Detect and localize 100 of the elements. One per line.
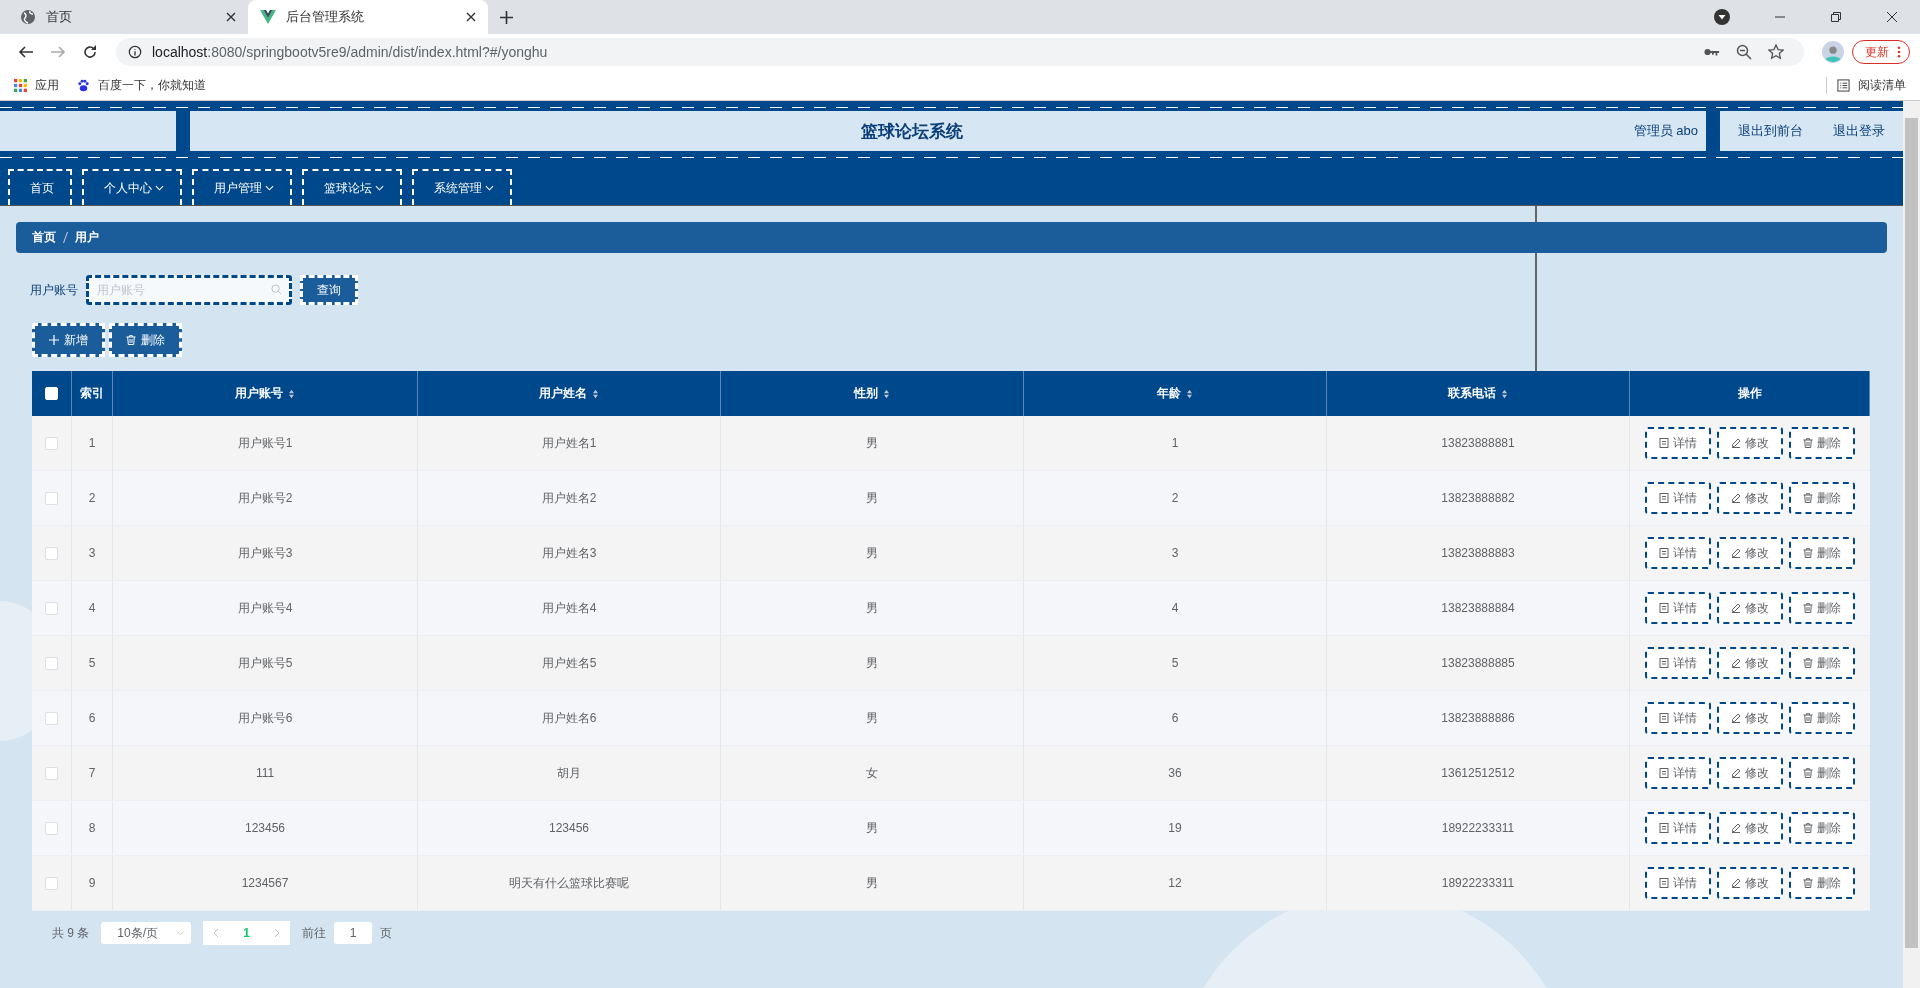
table-cell: 6 <box>88 711 96 725</box>
plus-icon[interactable] <box>500 11 513 24</box>
breadcrumb-link[interactable]: 用户 <box>75 229 99 246</box>
nav-item[interactable]: 篮球论坛 <box>302 169 402 205</box>
checkbox[interactable] <box>45 876 58 890</box>
nav-item[interactable]: 系统管理 <box>412 169 512 205</box>
edit-button[interactable]: 修改 <box>1717 867 1783 899</box>
next-icon[interactable] <box>274 928 281 938</box>
details-button[interactable]: 详情 <box>1645 702 1711 734</box>
nav-item[interactable]: 用户管理 <box>192 169 292 205</box>
dropdown-icon[interactable] <box>1714 9 1730 25</box>
browser-tab[interactable]: 首页 <box>8 0 248 34</box>
search-button[interactable]: 查询 <box>300 275 358 305</box>
url-text: localhost:8080/springbootv5re9/admin/dist/index.html?#/yonghu <box>152 44 548 60</box>
bookmark-link[interactable]: 应用 <box>14 76 59 94</box>
checkbox[interactable] <box>45 766 58 780</box>
delete-button[interactable]: 删除 <box>109 323 182 357</box>
edit-button[interactable]: 修改 <box>1717 427 1783 459</box>
breadcrumb-link[interactable]: 首页 <box>32 229 56 246</box>
delete-button[interactable]: 删除 <box>1789 482 1855 514</box>
pencil-icon <box>1731 658 1741 668</box>
details-button[interactable]: 详情 <box>1645 757 1711 789</box>
delete-button[interactable]: 删除 <box>1789 647 1855 679</box>
document-icon <box>1659 603 1669 613</box>
scrollbar[interactable] <box>1903 101 1920 988</box>
checkbox[interactable] <box>45 601 58 615</box>
column-header: 索引 <box>80 385 104 402</box>
caret-icon <box>265 185 274 191</box>
add-button[interactable]: 新增 <box>32 323 105 357</box>
trash-icon <box>1803 548 1813 558</box>
edit-button[interactable]: 修改 <box>1717 647 1783 679</box>
caret-icon <box>155 185 164 191</box>
document-icon <box>1659 438 1669 448</box>
goto-label: 前往 <box>302 924 327 942</box>
delete-button[interactable]: 删除 <box>1789 592 1855 624</box>
edit-button[interactable]: 修改 <box>1717 482 1783 514</box>
reload-icon[interactable] <box>82 44 98 60</box>
details-button[interactable]: 详情 <box>1645 482 1711 514</box>
sort-icon <box>592 388 599 399</box>
edit-button[interactable]: 修改 <box>1717 537 1783 569</box>
avatar-icon[interactable] <box>1822 41 1844 63</box>
column-header[interactable]: 年龄 <box>1157 385 1193 402</box>
details-button[interactable]: 详情 <box>1645 427 1711 459</box>
details-button[interactable]: 详情 <box>1645 537 1711 569</box>
restore-icon[interactable] <box>1830 11 1842 23</box>
delete-button[interactable]: 删除 <box>1789 812 1855 844</box>
edit-button[interactable]: 修改 <box>1717 592 1783 624</box>
details-button[interactable]: 详情 <box>1645 812 1711 844</box>
pencil-icon <box>1731 438 1741 448</box>
page-size-select[interactable]: 10条/页 <box>101 922 192 944</box>
delete-button[interactable]: 删除 <box>1789 867 1855 899</box>
edit-button[interactable]: 修改 <box>1717 702 1783 734</box>
table-cell: 7 <box>88 766 96 780</box>
header-link[interactable]: 退出登录 <box>1833 122 1885 140</box>
column-header[interactable]: 性别 <box>854 385 890 402</box>
nav-item[interactable]: 个人中心 <box>82 169 182 205</box>
delete-button[interactable]: 删除 <box>1789 702 1855 734</box>
address-field[interactable]: localhost:8080/springbootv5re9/admin/dist/index.html?#/yonghu <box>116 38 1804 66</box>
browser-tab[interactable]: 后台管理系统 <box>248 0 488 34</box>
nav-item[interactable]: 首页 <box>8 169 72 205</box>
trash-icon <box>1803 768 1813 778</box>
details-button[interactable]: 详情 <box>1645 867 1711 899</box>
previous-icon[interactable] <box>213 928 220 938</box>
details-button[interactable]: 详情 <box>1645 647 1711 679</box>
forward-icon[interactable] <box>50 44 66 60</box>
details-button[interactable]: 详情 <box>1645 592 1711 624</box>
checkbox[interactable] <box>45 711 58 725</box>
edit-button[interactable]: 修改 <box>1717 812 1783 844</box>
delete-button[interactable]: 删除 <box>1789 537 1855 569</box>
document-icon <box>1659 768 1669 778</box>
checkbox[interactable] <box>45 546 58 560</box>
star-icon[interactable] <box>1768 44 1784 60</box>
reading-list-link[interactable]: 阅读清单 <box>1826 76 1906 94</box>
more-icon <box>1897 46 1901 58</box>
tab-title: 首页 <box>46 8 73 26</box>
table-cell: 8 <box>88 821 96 835</box>
column-header[interactable]: 用户账号 <box>235 385 295 402</box>
back-icon[interactable] <box>18 44 34 60</box>
table-cell: 123456 <box>548 821 589 835</box>
close-icon[interactable] <box>226 12 236 22</box>
update-button[interactable]: 更新 <box>1852 40 1910 64</box>
checkbox[interactable] <box>45 821 58 835</box>
close-icon[interactable] <box>466 12 476 22</box>
delete-button[interactable]: 删除 <box>1789 427 1855 459</box>
zoom-out-icon[interactable] <box>1736 44 1752 60</box>
page-input[interactable]: 1 <box>334 922 373 944</box>
checkbox[interactable] <box>45 436 58 450</box>
bookmark-link[interactable]: 百度一下，你就知道 <box>77 76 206 94</box>
edit-button[interactable]: 修改 <box>1717 757 1783 789</box>
column-header[interactable]: 联系电话 <box>1448 385 1508 402</box>
checkbox[interactable] <box>45 656 58 670</box>
table-cell: 男 <box>866 544 878 562</box>
checkbox[interactable] <box>45 491 58 505</box>
pencil-icon <box>1731 493 1741 503</box>
delete-button[interactable]: 删除 <box>1789 757 1855 789</box>
column-header[interactable]: 用户姓名 <box>539 385 599 402</box>
close-icon[interactable] <box>1886 11 1898 23</box>
trash-icon <box>1803 658 1813 668</box>
header-link[interactable]: 退出到前台 <box>1738 122 1803 140</box>
trash-icon <box>1803 603 1813 613</box>
